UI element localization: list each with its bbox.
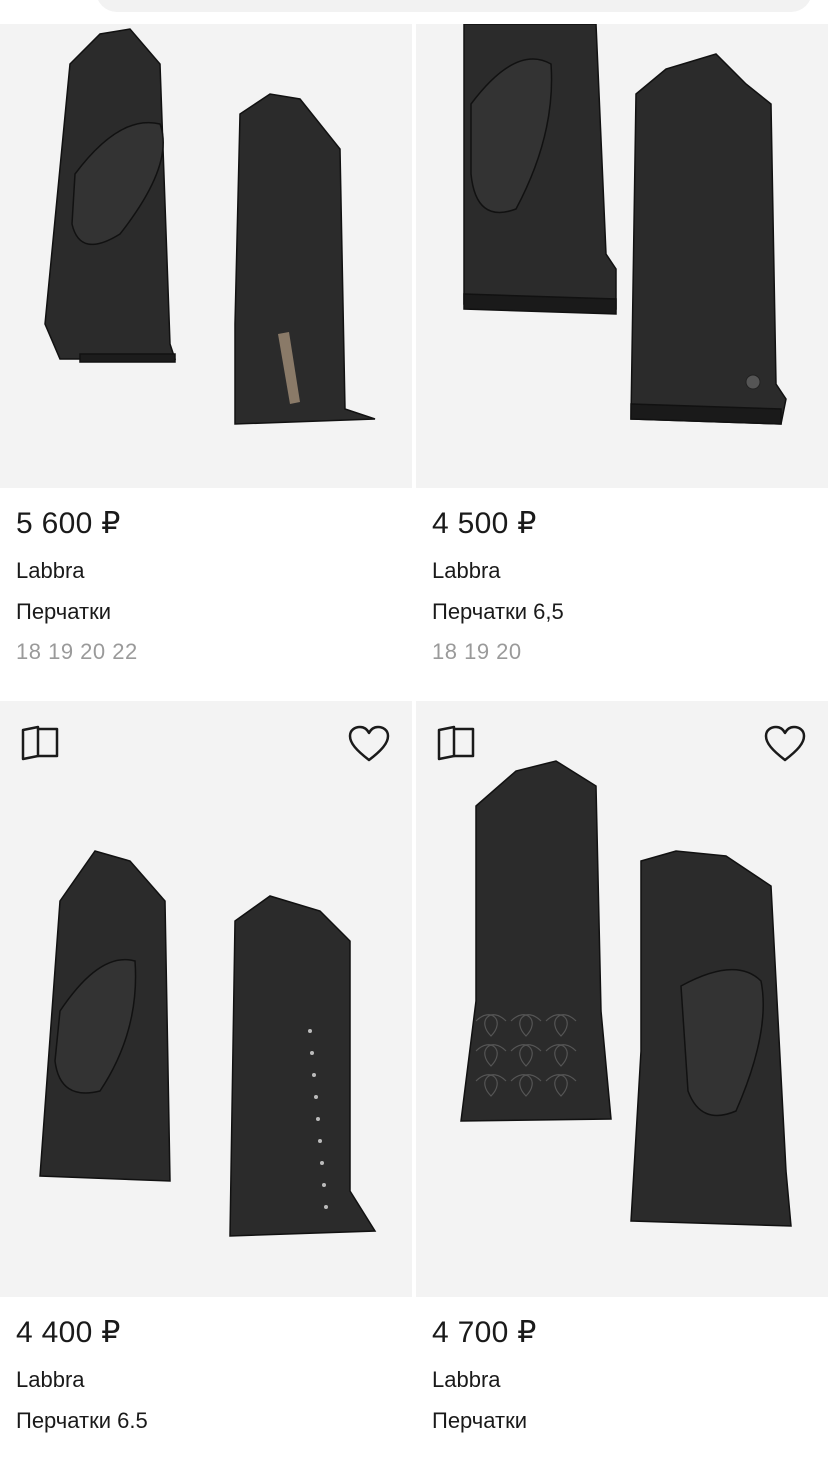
product-price: 4 400 ₽ [16, 1316, 121, 1349]
search-bar[interactable] [96, 0, 812, 12]
product-sizes: 18 19 20 [432, 639, 522, 664]
heart-icon[interactable] [348, 725, 390, 763]
product-brand: Labbra [16, 558, 85, 583]
heart-icon[interactable] [764, 725, 806, 763]
product-price: 4 700 ₽ [432, 1316, 537, 1349]
product-brand: Labbra [16, 1367, 85, 1392]
product-brand: Labbra [432, 1367, 501, 1392]
gloves-photo [460, 760, 792, 1227]
product-image[interactable] [416, 24, 828, 488]
product-name: Перчатки 6.5 [16, 1408, 148, 1433]
product-name: Перчатки 6,5 [432, 599, 564, 624]
product-card[interactable]: 4 500 ₽ Labbra Перчатки 6,5 18 19 20 [416, 24, 828, 665]
product-name: Перчатки [432, 1408, 528, 1433]
product-image[interactable] [0, 24, 412, 488]
compare-icon[interactable] [436, 725, 476, 761]
gloves-photo [44, 28, 376, 425]
gloves-photo [463, 24, 787, 425]
product-sizes: 18 19 20 22 [16, 639, 138, 664]
product-card[interactable]: 4 400 ₽ Labbra Перчатки 6.5 [0, 701, 412, 1448]
gloves-photo [39, 850, 377, 1237]
product-name: Перчатки [16, 599, 112, 624]
product-card[interactable]: 4 700 ₽ Labbra Перчатки [416, 701, 828, 1448]
compare-icon[interactable] [20, 725, 60, 761]
product-card[interactable]: 5 600 ₽ Labbra Перчатки 18 19 20 22 [0, 24, 412, 665]
product-image[interactable] [416, 701, 828, 1297]
product-price: 5 600 ₽ [16, 507, 121, 540]
product-price: 4 500 ₽ [432, 507, 537, 540]
product-brand: Labbra [432, 558, 501, 583]
product-grid: 5 600 ₽ Labbra Перчатки 18 19 20 22 4 50… [0, 24, 828, 1448]
product-image[interactable] [0, 701, 412, 1297]
